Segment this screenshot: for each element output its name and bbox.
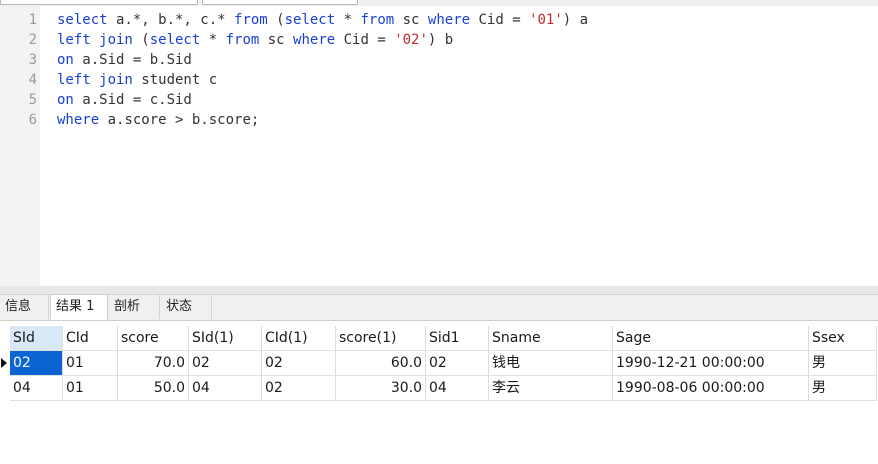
table-cell[interactable]: 1990-12-21 00:00:00: [613, 351, 809, 376]
sql-string: '01': [529, 12, 563, 28]
line-number: 6: [28, 112, 37, 128]
table-row[interactable]: 04 01 50.0 04 02 30.0 04 李云 1990-08-06 00:00:00 男: [0, 376, 878, 401]
line-number: 2: [28, 32, 37, 48]
sql-text: sc: [394, 12, 428, 28]
sql-keyword: on: [57, 52, 74, 68]
sql-text: ) b: [427, 32, 454, 48]
column-header[interactable]: CId(1): [262, 326, 336, 351]
sql-keyword: select: [284, 12, 336, 28]
column-header[interactable]: Sid1: [426, 326, 489, 351]
editor-tab-1[interactable]: [0, 0, 198, 5]
sql-text: a.Sid = b.Sid: [73, 52, 192, 68]
sql-text: *: [335, 12, 361, 28]
column-header[interactable]: CId: [63, 326, 118, 351]
table-cell[interactable]: 70.0: [118, 351, 189, 376]
sql-text: a.score > b.score;: [99, 112, 260, 128]
line-number: 4: [28, 72, 37, 88]
tab-info[interactable]: 信息: [0, 295, 49, 319]
sql-keyword: left join: [57, 32, 133, 48]
table-cell[interactable]: 60.0: [336, 351, 426, 376]
code-text: left join student c: [57, 70, 217, 90]
sql-keyword: from: [234, 12, 268, 28]
column-header[interactable]: SId: [10, 326, 63, 351]
code-line[interactable]: 4 left join student c: [0, 70, 878, 90]
column-header[interactable]: score(1): [336, 326, 426, 351]
line-number: 5: [28, 92, 37, 108]
column-header[interactable]: Sname: [489, 326, 613, 351]
code-text: on a.Sid = c.Sid: [57, 90, 192, 110]
sql-text: a.Sid = c.Sid: [73, 92, 192, 108]
column-header[interactable]: Ssex: [809, 326, 877, 351]
sql-keyword: where: [57, 112, 100, 128]
sql-editor[interactable]: 1 select a.*, b.*, c.* from (select * fro…: [0, 6, 878, 286]
sql-text: sc: [259, 32, 294, 48]
sql-text: (: [132, 32, 150, 48]
editor-tab-2[interactable]: [202, 0, 358, 5]
table-row[interactable]: 02 01 70.0 02 02 60.0 02 钱电 1990-12-21 00:00:00 男: [0, 351, 878, 376]
table-cell[interactable]: 02: [426, 351, 489, 376]
sql-string: '02': [394, 32, 428, 48]
sql-keyword: select: [57, 12, 108, 28]
table-cell[interactable]: 男: [809, 351, 877, 376]
code-text: select a.*, b.*, c.* from (select * from…: [57, 10, 588, 30]
sql-keyword: select: [149, 32, 201, 48]
tab-profile[interactable]: 剖析: [109, 295, 160, 319]
table-cell[interactable]: 1990-08-06 00:00:00: [613, 376, 809, 401]
tab-result-1[interactable]: 结果 1: [50, 294, 108, 320]
sql-text: Cid =: [470, 12, 530, 28]
table-cell[interactable]: 30.0: [336, 376, 426, 401]
sql-keyword: where: [427, 12, 471, 28]
table-cell[interactable]: 02: [262, 351, 336, 376]
column-header[interactable]: SId(1): [189, 326, 262, 351]
table-cell[interactable]: 李云: [489, 376, 613, 401]
row-indicator-icon: [1, 358, 7, 368]
grid-header-row: SId CId score SId(1) CId(1) score(1) Sid1 Sname…: [0, 326, 878, 351]
table-cell[interactable]: 04: [426, 376, 489, 401]
sql-keyword: left join: [57, 72, 133, 88]
table-cell[interactable]: 04: [189, 376, 262, 401]
code-text: on a.Sid = b.Sid: [57, 50, 192, 70]
sql-text: a.*, b.*, c.*: [107, 12, 235, 28]
sql-keyword: from: [360, 12, 395, 28]
panel-splitter[interactable]: [0, 286, 878, 295]
table-cell[interactable]: 02: [10, 351, 63, 376]
sql-text: *: [200, 32, 226, 48]
table-cell[interactable]: 钱电: [489, 351, 613, 376]
sql-keyword: on: [57, 92, 74, 108]
sql-text: (: [267, 12, 285, 28]
code-line[interactable]: 3 on a.Sid = b.Sid: [0, 50, 878, 70]
column-header[interactable]: Sage: [613, 326, 809, 351]
code-line[interactable]: 1 select a.*, b.*, c.* from (select * fro…: [0, 10, 878, 30]
table-cell[interactable]: 02: [262, 376, 336, 401]
sql-text: ) a: [562, 12, 589, 28]
sql-text: Cid =: [335, 32, 395, 48]
code-line[interactable]: 2 left join (select * from sc where Cid =…: [0, 30, 878, 50]
code-line[interactable]: 6 where a.score > b.score;: [0, 110, 878, 130]
table-cell[interactable]: 02: [189, 351, 262, 376]
code-line[interactable]: 5 on a.Sid = c.Sid: [0, 90, 878, 110]
code-text: where a.score > b.score;: [57, 110, 259, 130]
line-number: 1: [28, 12, 37, 28]
sql-text: student c: [132, 72, 218, 88]
table-cell[interactable]: 01: [63, 351, 118, 376]
tab-status[interactable]: 状态: [161, 295, 212, 319]
column-header[interactable]: score: [118, 326, 189, 351]
line-number: 3: [28, 52, 37, 68]
table-cell[interactable]: 01: [63, 376, 118, 401]
result-tabbar: 信息 结果 1 剖析 状态: [0, 294, 878, 321]
table-cell[interactable]: 男: [809, 376, 877, 401]
sql-keyword: where: [293, 32, 336, 48]
table-cell[interactable]: 04: [10, 376, 63, 401]
code-text: left join (select * from sc where Cid = …: [57, 30, 453, 50]
sql-keyword: from: [225, 32, 260, 48]
table-cell[interactable]: 50.0: [118, 376, 189, 401]
